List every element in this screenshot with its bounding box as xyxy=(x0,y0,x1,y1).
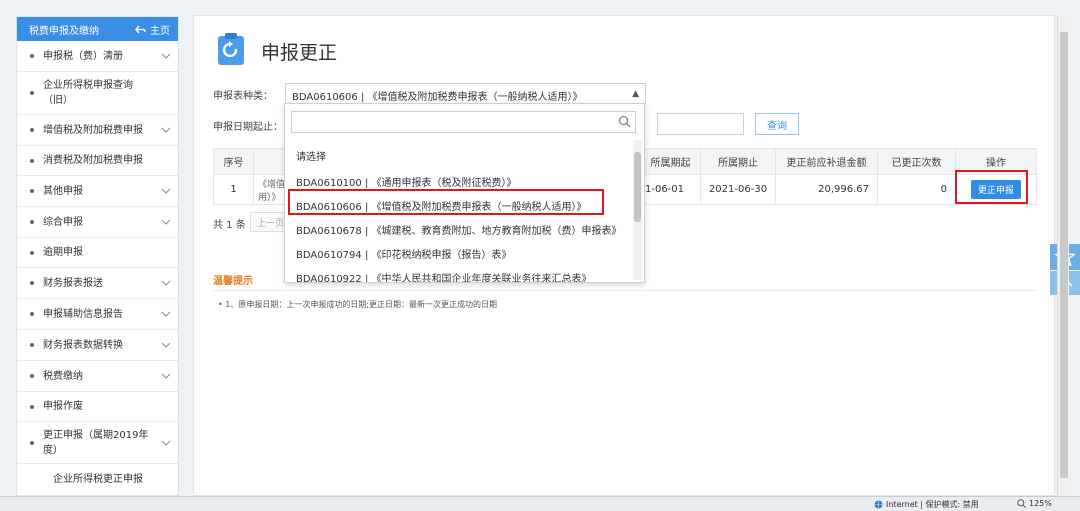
back-arrow-icon xyxy=(135,25,146,33)
search-icon xyxy=(618,115,631,128)
total-count: 共 1 条 xyxy=(213,220,246,231)
sidebar-item-other[interactable]: 其他申报 xyxy=(17,176,178,207)
sidebar-title: 税费申报及缴纳 xyxy=(29,25,99,37)
dropdown-option[interactable]: 请选择 xyxy=(296,148,326,163)
chevron-down-icon xyxy=(161,219,171,225)
page-title: 申报更正 xyxy=(261,42,338,64)
dropdown-option[interactable]: BDA0610922 | 《中华人民共和国企业年度关联业务往来汇总表》 xyxy=(296,270,592,282)
sidebar-item-label: 消费税及附加税费申报 xyxy=(43,155,143,166)
sidebar-item-overdue[interactable]: 逾期申报 xyxy=(17,238,178,268)
sidebar-item-financial-report[interactable]: 财务报表报送 xyxy=(17,268,178,299)
sidebar-item-data-convert[interactable]: 财务报表数据转换 xyxy=(17,330,178,361)
date-range-label: 申报日期起止： xyxy=(213,122,283,133)
sidebar-item-void[interactable]: 申报作废 xyxy=(17,392,178,422)
highlight-box-option xyxy=(288,189,604,215)
dropdown-option[interactable]: BDA0610678 | 《城建税、教育费附加、地方教育附加税（费）申报表》 xyxy=(296,222,622,237)
dropdown-option[interactable]: BDA0610100 | 《通用申报表（税及附征税费）》 xyxy=(296,174,517,189)
column-header-index: 序号 xyxy=(213,148,254,175)
chevron-down-icon xyxy=(161,188,171,194)
report-type-dropdown: 请选择 BDA0610100 | 《通用申报表（税及附征税费）》 BDA0610… xyxy=(284,103,645,283)
sidebar-item-label: 更正申报（属期2019年度） xyxy=(43,429,149,456)
row-count: 0 xyxy=(877,174,956,205)
chevron-up-icon: ▲ xyxy=(632,89,639,99)
sidebar-item-label: 企业所得税申报查询（旧） xyxy=(43,80,133,106)
sidebar-item-label: 税费缴纳 xyxy=(43,370,83,382)
sidebar-item-cit-query[interactable]: 企业所得税申报查询（旧） xyxy=(17,72,178,115)
zoom-icon xyxy=(1017,499,1026,508)
sidebar-item-label: 财务报表报送 xyxy=(43,277,103,289)
sidebar-item-label: 其他申报 xyxy=(43,185,83,197)
sidebar-item-aux-report[interactable]: 申报辅助信息报告 xyxy=(17,299,178,330)
sidebar-item-label: 增值税及附加税费申报 xyxy=(43,124,143,136)
sidebar-item-label: 申报税（费）清册 xyxy=(43,50,123,62)
report-type-value: BDA0610606 | 《增值税及附加税费申报表（一般纳税人适用）》 xyxy=(292,92,583,103)
sidebar-item-correction-2019[interactable]: 更正申报（属期2019年度） xyxy=(17,422,178,464)
dropdown-option[interactable]: BDA0610794 | 《印花税纳税申报（报告）表》 xyxy=(296,246,512,261)
row-period-end: 2021-06-30 xyxy=(700,174,776,205)
page-scroll-thumb[interactable] xyxy=(1060,32,1068,478)
sidebar-item-label: 财务报表数据转换 xyxy=(43,339,123,351)
sidebar-item-consumption-tax[interactable]: 消费税及附加税费申报 xyxy=(17,146,178,176)
query-button[interactable]: 查询 xyxy=(755,113,799,135)
type-label: 申报表种类： xyxy=(213,91,273,102)
chevron-down-icon xyxy=(161,440,171,446)
chevron-down-icon xyxy=(161,127,171,133)
column-header-period-end: 所属期止 xyxy=(700,148,776,175)
zoom-control[interactable]: 125% xyxy=(1017,499,1052,508)
sidebar-item-tax-payment[interactable]: 税费缴纳 xyxy=(17,361,178,392)
chevron-down-icon xyxy=(161,280,171,286)
row-index: 1 xyxy=(213,174,254,205)
column-header-count: 已更正次数 xyxy=(877,148,956,175)
security-zone: Internet | 保护模式: 禁用 xyxy=(874,499,979,510)
sidebar-item-vat[interactable]: 增值税及附加税费申报 xyxy=(17,115,178,146)
date-end-input[interactable] xyxy=(657,113,744,135)
home-link[interactable]: 主页 xyxy=(135,22,170,37)
tips-divider xyxy=(213,290,1037,291)
row-amount: 20,996.67 xyxy=(775,174,878,205)
sidebar-item-label: 申报作废 xyxy=(43,401,83,412)
globe-icon xyxy=(874,500,883,509)
report-type-select[interactable]: BDA0610606 | 《增值税及附加税费申报表（一般纳税人适用）》 ▲ xyxy=(285,83,646,105)
highlight-box-action xyxy=(955,170,1028,204)
sidebar-item-label: 申报辅助信息报告 xyxy=(43,308,123,320)
tips-text: • 1、原申报日期：上一次申报成功的日期;更正日期：最新一次更正成功的日期 xyxy=(218,300,498,309)
sidebar-item-label: 综合申报 xyxy=(43,216,83,228)
dropdown-search-input[interactable] xyxy=(291,111,636,133)
sidebar-item-label: 逾期申报 xyxy=(43,247,83,258)
zoom-label: 125% xyxy=(1029,499,1052,508)
sidebar-header: 税费申报及缴纳 主页 xyxy=(17,17,178,41)
sidebar-item-tax-list[interactable]: 申报税（费）清册 xyxy=(17,41,178,72)
chevron-down-icon xyxy=(161,311,171,317)
chevron-down-icon xyxy=(161,373,171,379)
sidebar: 税费申报及缴纳 主页 申报税（费）清册 企业所得税申报查询（旧） 增值税及附加税… xyxy=(16,16,179,496)
sidebar-item-comprehensive[interactable]: 综合申报 xyxy=(17,207,178,238)
refresh-clipboard-icon xyxy=(218,33,244,65)
tips-title: 温馨提示 xyxy=(213,276,253,287)
dropdown-scroll-thumb[interactable] xyxy=(634,152,641,222)
row-period-start: 1-06-01 xyxy=(640,174,701,205)
browser-statusbar: Internet | 保护模式: 禁用 125% xyxy=(0,496,1080,511)
page-scrollbar[interactable] xyxy=(1057,16,1069,496)
chevron-down-icon xyxy=(161,53,171,59)
dropdown-scrollbar[interactable] xyxy=(633,140,642,280)
column-header-amount: 更正前应补退金额 xyxy=(775,148,878,175)
sidebar-subitem-cit-correction[interactable]: 企业所得税更正申报 xyxy=(17,464,178,491)
column-header-period-start: 所属期起 xyxy=(640,148,701,175)
home-label: 主页 xyxy=(150,25,170,37)
chevron-down-icon xyxy=(161,342,171,348)
security-zone-label: Internet | 保护模式: 禁用 xyxy=(886,500,979,509)
